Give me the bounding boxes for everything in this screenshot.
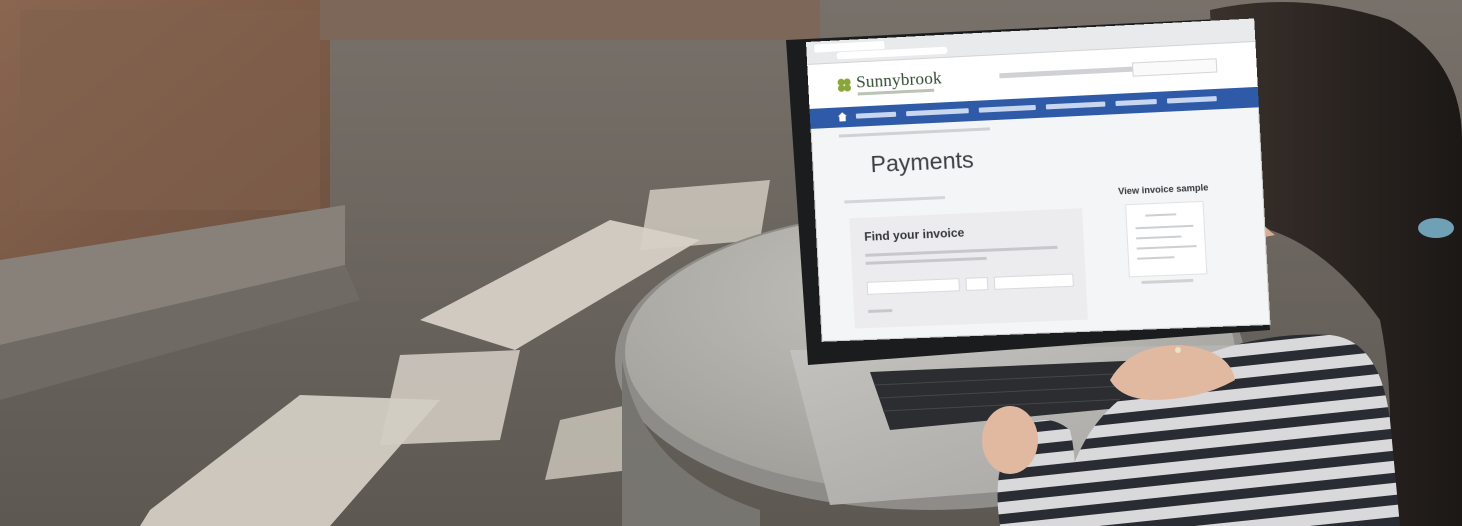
- home-icon: [838, 112, 847, 121]
- nav-item: [906, 108, 969, 116]
- invoice-sample-thumbnail: [1125, 201, 1207, 278]
- site-search: [1132, 58, 1217, 77]
- laptop-screen: Sunnybrook Payments Find your invoice Vi…: [806, 18, 1271, 341]
- sunnybrook-logo-icon: [836, 77, 853, 94]
- invoice-number-field: [867, 278, 960, 295]
- photo-scene: Sunnybrook Payments Find your invoice Vi…: [0, 0, 1462, 526]
- thumb-line: [1145, 213, 1176, 216]
- separator-field: [965, 277, 988, 291]
- left-hand: [982, 406, 1038, 474]
- card-text-line: [866, 257, 987, 265]
- nav-item: [979, 105, 1036, 113]
- breadcrumb: [839, 127, 990, 137]
- thumb-line: [1136, 235, 1181, 239]
- thumbnail-caption: [1141, 279, 1193, 284]
- thumb-line: [1137, 245, 1197, 250]
- thumb-line: [1137, 256, 1174, 260]
- nav-item: [1115, 99, 1156, 106]
- submit-link: [868, 309, 892, 313]
- nav-item: [1046, 101, 1106, 109]
- find-invoice-title: Find your invoice: [864, 225, 965, 243]
- card-text-line: [865, 246, 1057, 257]
- page-title: Payments: [870, 146, 974, 178]
- nav-item: [1167, 96, 1217, 104]
- view-invoice-sample-heading: View invoice sample: [1118, 182, 1209, 196]
- nav-item: [856, 112, 896, 119]
- amount-field: [994, 274, 1074, 290]
- intro-text: [844, 196, 945, 203]
- thumb-line: [1136, 225, 1194, 229]
- find-invoice-card: Find your invoice: [849, 208, 1088, 328]
